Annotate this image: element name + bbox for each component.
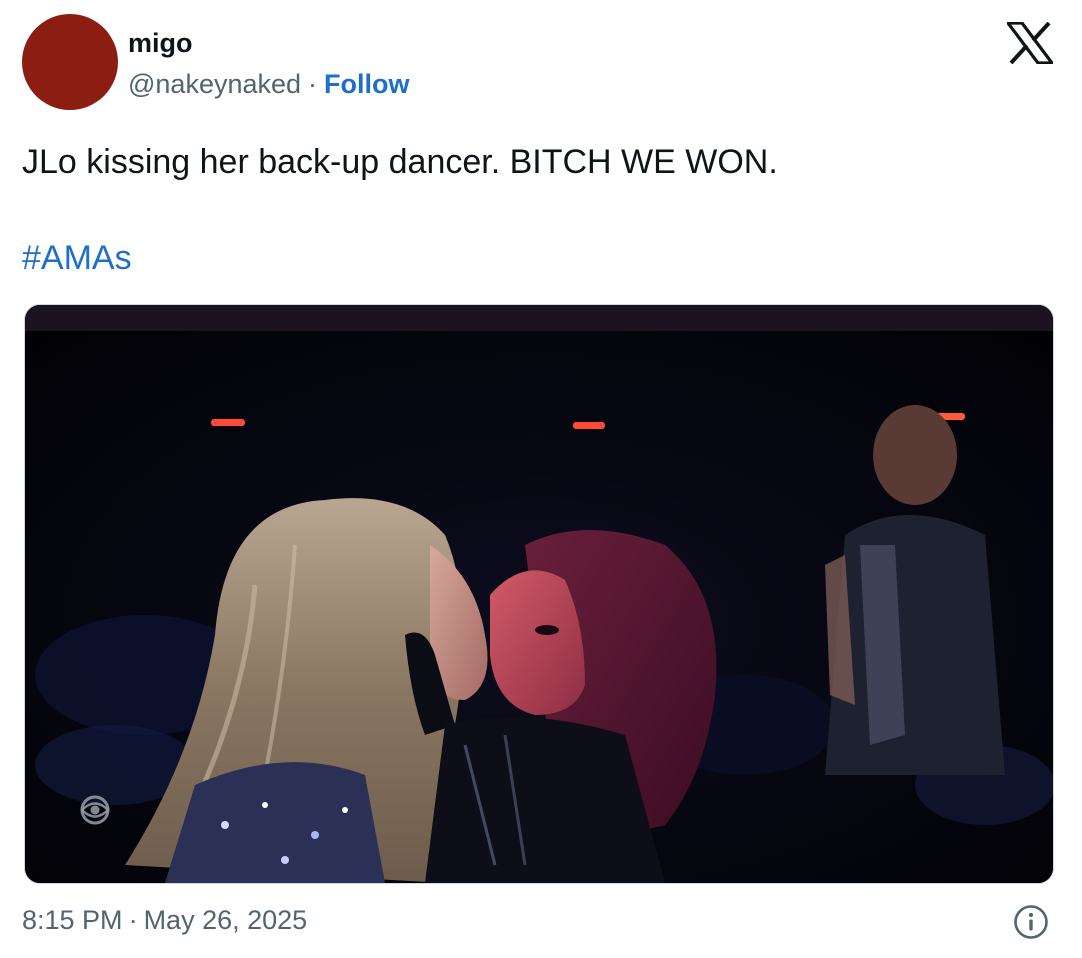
tweet-card: migo @nakeynaked · Follow JLo kissing her …	[0, 0, 1082, 958]
tweet-date: May 26, 2025	[143, 905, 308, 935]
follow-button[interactable]: Follow	[324, 69, 409, 99]
timestamp-separator: ·	[128, 905, 138, 935]
display-name[interactable]: migo	[128, 26, 193, 60]
user-handle[interactable]: @nakeynaked	[128, 69, 301, 99]
x-logo-icon[interactable]	[1007, 22, 1053, 64]
handle-separator: ·	[308, 69, 318, 99]
handle-row: @nakeynaked · Follow	[128, 66, 410, 102]
media-photo	[25, 305, 1053, 883]
avatar[interactable]	[22, 14, 118, 110]
tweet-media[interactable]	[24, 304, 1054, 884]
timestamp[interactable]: 8:15 PM · May 26, 2025	[22, 900, 307, 940]
info-icon[interactable]	[1013, 904, 1049, 940]
tweet-text: JLo kissing her back-up dancer. BITCH WE…	[22, 143, 778, 181]
tweet-time: 8:15 PM	[22, 905, 123, 935]
hashtag-link[interactable]: #AMAs	[22, 236, 132, 280]
